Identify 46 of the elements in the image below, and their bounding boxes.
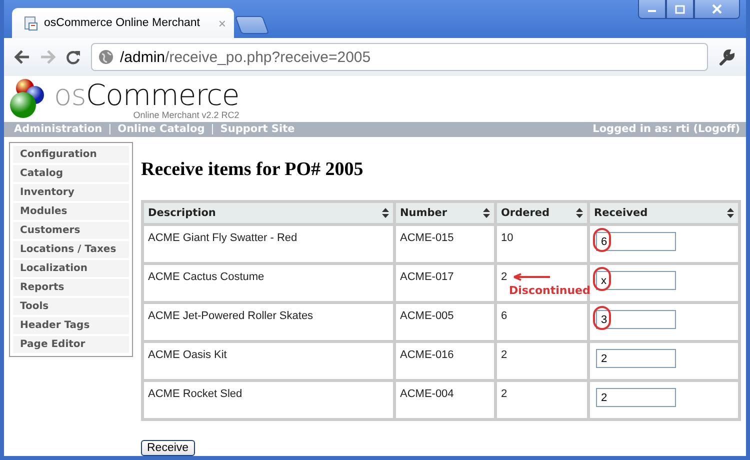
table-cell-text: 2 — [501, 349, 508, 361]
receive-button[interactable]: Receive — [141, 440, 195, 456]
column-header[interactable]: Number — [396, 203, 494, 223]
tab-title: osCommerce Online Merchant — [44, 17, 201, 29]
quantity-input[interactable]: 2 — [596, 388, 676, 407]
table-cell-text: 2 — [501, 271, 508, 283]
sidebar-item[interactable]: Inventory — [13, 184, 129, 201]
column-header[interactable]: Received — [590, 203, 738, 223]
sidebar-item[interactable]: Page Editor — [13, 336, 129, 353]
nav-separator: | — [108, 123, 112, 136]
sidebar-item[interactable]: Locations / Taxes — [13, 241, 129, 258]
table-cell: ACME-016 — [396, 343, 494, 379]
sidebar-item[interactable]: Catalog — [13, 165, 129, 182]
address-bar[interactable]: /admin/receive_po.php?receive=2005 — [91, 43, 708, 71]
nav-separator: | — [210, 123, 214, 136]
quantity-input[interactable]: x — [596, 271, 676, 290]
table-cell: ACME Rocket Sled — [144, 382, 393, 418]
table-cell-text: 6 — [501, 310, 508, 322]
annotation-text: Discontinued — [509, 284, 590, 297]
quantity-input[interactable]: 6 — [596, 232, 676, 251]
column-header[interactable]: Description — [144, 203, 393, 223]
sidebar-item[interactable]: Modules — [13, 203, 129, 220]
sidebar-item[interactable]: Reports — [13, 279, 129, 296]
table-cell: ACME Jet-Powered Roller Skates — [144, 304, 393, 340]
sidebar-item[interactable]: Customers — [13, 222, 129, 239]
sidebar-item[interactable]: Localization — [13, 260, 129, 277]
table-cell-text: 2 — [501, 388, 508, 400]
table-cell: ACME-017 — [396, 265, 494, 301]
table-cell: ACME-004 — [396, 382, 494, 418]
table-cell: ACME-005 — [396, 304, 494, 340]
sidebar-item[interactable]: Configuration — [13, 146, 129, 163]
page-heading: Receive items for PO# 2005 — [141, 159, 364, 181]
sidebar-item[interactable]: Header Tags — [13, 317, 129, 334]
table-cell-text: 10 — [501, 232, 514, 244]
browser-tab[interactable]: osCommerce Online Merchant × — [12, 8, 234, 38]
logo-subtitle: Online Merchant v2.2 RC2 — [133, 110, 240, 120]
url-text: /admin/receive_po.php?receive=2005 — [120, 48, 371, 66]
column-header[interactable]: Ordered — [497, 203, 587, 223]
table-cell: ACME Cactus Costume — [144, 265, 393, 301]
quantity-input[interactable]: 3 — [596, 310, 676, 329]
table-cell: ACME Oasis Kit — [144, 343, 393, 379]
sidebar-item[interactable]: Tools — [13, 298, 129, 315]
table-cell: ACME-015 — [396, 226, 494, 262]
logo-wordmark: osCommerce — [54, 78, 240, 112]
table-cell: ACME Giant Fly Swatter - Red — [144, 226, 393, 262]
quantity-input[interactable]: 2 — [596, 349, 676, 368]
